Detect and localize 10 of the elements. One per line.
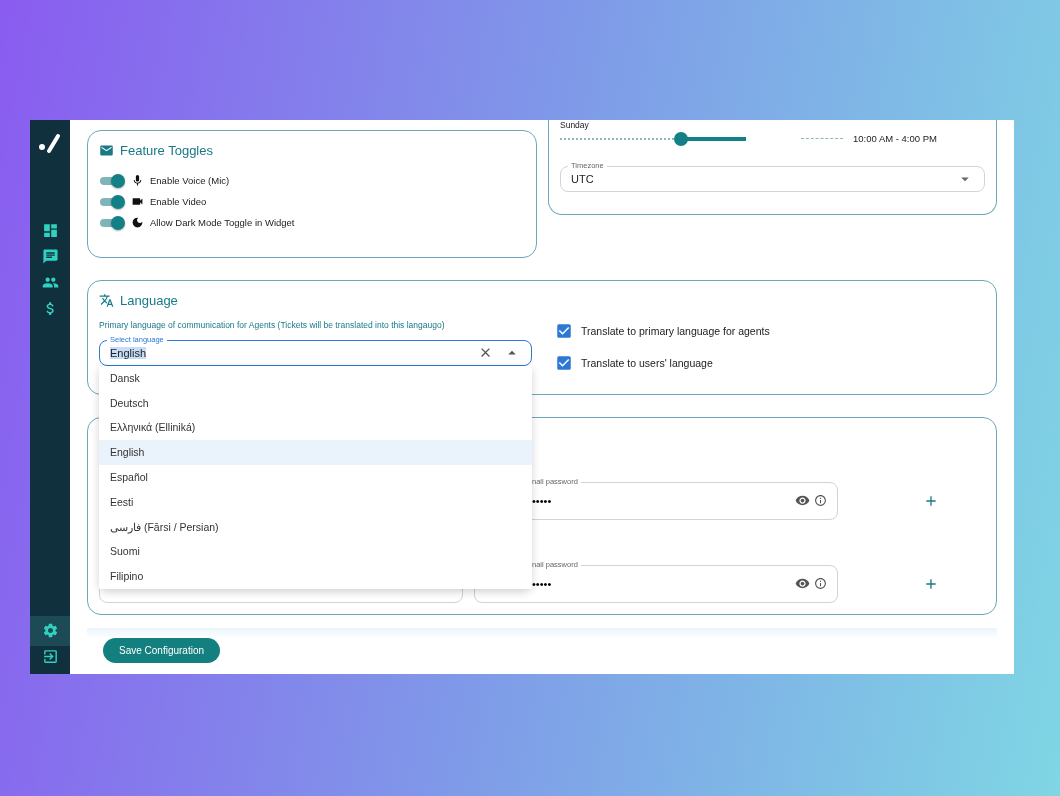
toggle-label: Enable Voice (Mic) [150,175,230,186]
card-title: Language [120,292,178,308]
day-label: Sunday [560,119,590,130]
hours-text: 10:00 AM - 4:00 PM [853,133,937,144]
toggle-label: Enable Video [150,196,207,207]
toggle-label: Allow Dark Mode Toggle in Widget [150,217,295,228]
card-title: Feature Toggles [120,142,213,158]
checkbox-label: Translate to primary language for agents [581,324,770,337]
description-text: Primary language of communication for Agents (Tickets will be translated into this langaugo) [99,319,446,330]
checkbox-label: Translate to users' language [581,356,713,369]
